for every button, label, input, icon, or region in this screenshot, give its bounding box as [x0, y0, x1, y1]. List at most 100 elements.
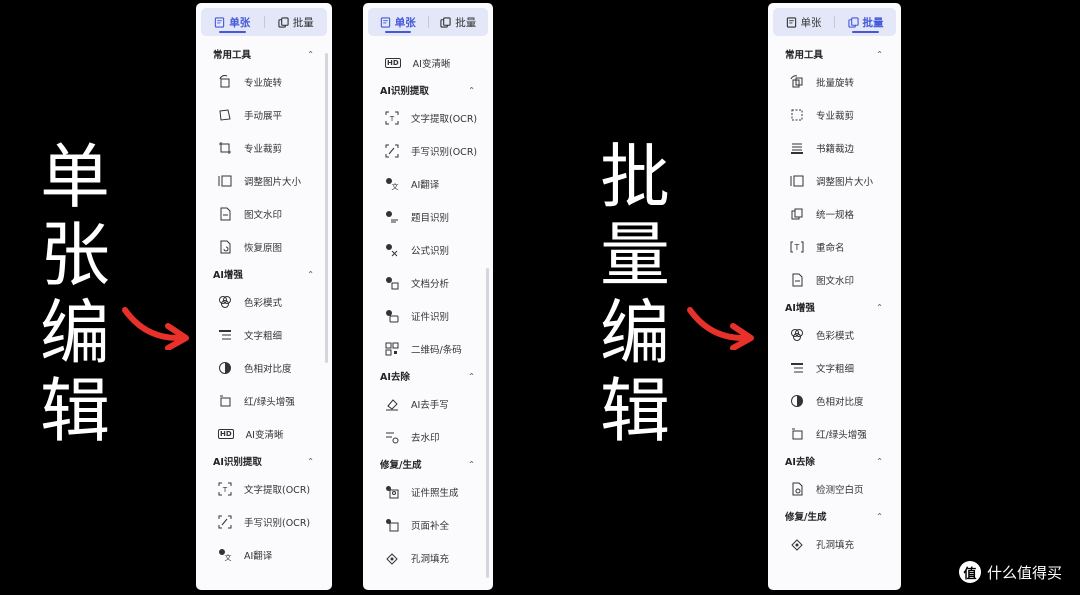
multi-page-icon [440, 16, 451, 28]
tool-qr-barcode[interactable]: 二维码/条码 [363, 332, 493, 365]
multi-page-icon [278, 16, 289, 28]
svg-text:文: 文 [392, 182, 399, 191]
tool-text-ocr[interactable]: T 文字提取(OCR) [196, 472, 332, 505]
tool-batch-rotate[interactable]: 批量旋转 [768, 65, 901, 98]
tool-watermark[interactable]: 图文水印 [768, 263, 901, 296]
watermark-doc-icon [790, 273, 804, 287]
tool-restore[interactable]: 恢复原图 [196, 230, 332, 263]
tool-label: 页面补全 [411, 520, 450, 532]
tool-hole-fill[interactable]: 孔洞填充 [363, 541, 493, 574]
tool-id-photo[interactable]: 证件照生成 [363, 475, 493, 508]
section-title: 修复/生成 [380, 460, 422, 471]
tool-resize[interactable]: 调整图片大小 [196, 164, 332, 197]
section-ai-enhance[interactable]: AI增强 ⌃ [768, 296, 901, 318]
doc-analysis-icon [385, 276, 399, 290]
svg-text:T: T [389, 115, 395, 123]
smzdm-logo-icon: 值 [958, 561, 981, 583]
tool-remove-watermark[interactable]: 去水印 [363, 420, 493, 453]
tool-red-green-enhance[interactable]: 红/绿头增强 [196, 384, 332, 417]
hole-fill-icon [790, 537, 804, 551]
section-repair-generate[interactable]: 修复/生成 ⌃ [768, 505, 901, 527]
batch-rotate-icon [790, 74, 804, 89]
tool-label: 文字提取(OCR) [411, 113, 478, 125]
tool-ai-sharpen[interactable]: HD AI变清晰 [196, 417, 332, 450]
restore-icon [218, 240, 232, 254]
tool-label: 色相对比度 [816, 396, 864, 408]
section-common-tools[interactable]: 常用工具 ⌃ [768, 43, 901, 65]
section-ai-remove[interactable]: AI去除 ⌃ [363, 365, 493, 387]
tool-text-weight[interactable]: 文字粗细 [196, 318, 332, 351]
tool-hole-fill[interactable]: 孔洞填充 [768, 527, 901, 560]
tool-label: 重命名 [816, 242, 845, 254]
section-ai-enhance[interactable]: AI增强 ⌃ [196, 263, 332, 285]
tool-watermark[interactable]: 图文水印 [196, 197, 332, 230]
section-ai-remove[interactable]: AI去除 ⌃ [768, 450, 901, 472]
tool-color-mode[interactable]: 色彩模式 [196, 285, 332, 318]
tool-color-mode[interactable]: 色彩模式 [768, 318, 901, 351]
tab-batch[interactable]: 批量 [265, 8, 328, 36]
site-watermark: 值 什么值得买 [958, 561, 1062, 583]
tab-batch[interactable]: 批量 [835, 8, 896, 36]
tool-id-recognition[interactable]: 证件识别 [363, 299, 493, 332]
tool-label: AI变清晰 [245, 429, 284, 441]
chevron-up-icon: ⌃ [876, 456, 883, 466]
tool-text-ocr[interactable]: T 文字提取(OCR) [363, 101, 493, 134]
tool-pro-crop[interactable]: 专业裁剪 [768, 98, 901, 131]
tool-handwriting-ocr[interactable]: 手写识别(OCR) [196, 505, 332, 538]
tool-manual-flatten[interactable]: 手动展平 [196, 98, 332, 131]
tool-red-green-enhance[interactable]: 红/绿头增强 [768, 417, 901, 450]
tool-label: 色彩模式 [244, 297, 283, 309]
tool-ai-sharpen[interactable]: HD AI变清晰 [363, 46, 493, 79]
scrollbar[interactable] [486, 268, 489, 578]
tool-formula-recognition[interactable]: 公式识别 [363, 233, 493, 266]
tool-ai-translate[interactable]: 文 AI翻译 [196, 538, 332, 571]
tool-pro-crop[interactable]: 专业裁剪 [196, 131, 332, 164]
tool-document-analysis[interactable]: 文档分析 [363, 266, 493, 299]
tool-rename[interactable]: T 重命名 [768, 230, 901, 263]
tool-text-weight[interactable]: 文字粗细 [768, 351, 901, 384]
tool-label: 图文水印 [244, 209, 283, 221]
tool-detect-blank[interactable]: 检测空白页 [768, 472, 901, 505]
tool-label: AI翻译 [244, 550, 273, 562]
translate-icon: 文 [385, 177, 399, 191]
section-ai-recognition[interactable]: AI识别提取 ⌃ [363, 79, 493, 101]
tab-bar: 单张 批量 [368, 8, 488, 36]
section-title: 常用工具 [213, 50, 252, 61]
tool-unify-spec[interactable]: 统一规格 [768, 197, 901, 230]
tool-label: 去水印 [411, 432, 440, 444]
tool-pro-rotate[interactable]: 专业旋转 [196, 65, 332, 98]
chevron-up-icon: ⌃ [307, 456, 314, 466]
section-title: AI增强 [213, 270, 243, 281]
tool-resize[interactable]: 调整图片大小 [768, 164, 901, 197]
tab-label: 批量 [455, 16, 477, 29]
section-common-tools[interactable]: 常用工具 ⌃ [196, 43, 332, 65]
chevron-up-icon: ⌃ [468, 85, 475, 95]
id-card-icon [385, 309, 399, 323]
tool-question-recognition[interactable]: 题目识别 [363, 200, 493, 233]
tab-single[interactable]: 单张 [368, 8, 428, 36]
red-green-icon [218, 394, 232, 408]
tab-single[interactable]: 单张 [201, 8, 264, 36]
translate-icon: 文 [218, 548, 232, 562]
tool-ai-remove-handwriting[interactable]: AI去手写 [363, 387, 493, 420]
tool-hue-contrast[interactable]: 色相对比度 [196, 351, 332, 384]
tool-hue-contrast[interactable]: 色相对比度 [768, 384, 901, 417]
section-repair-generate[interactable]: 修复/生成 ⌃ [363, 453, 493, 475]
tool-label: 文档分析 [411, 278, 450, 290]
tool-ai-translate[interactable]: 文 AI翻译 [363, 167, 493, 200]
text-weight-icon [790, 361, 804, 375]
tool-label: 专业裁剪 [244, 143, 283, 155]
tab-batch[interactable]: 批量 [429, 8, 489, 36]
tab-single[interactable]: 单张 [773, 8, 834, 36]
tool-label: 文字粗细 [816, 363, 855, 375]
section-title: AI增强 [785, 303, 815, 314]
svg-text:文: 文 [225, 553, 232, 562]
tool-page-complete[interactable]: 页面补全 [363, 508, 493, 541]
tool-book-trim[interactable]: 书籍裁边 [768, 131, 901, 164]
rotate-icon [218, 74, 232, 89]
caption-char: 量 [600, 214, 670, 296]
section-ai-recognition[interactable]: AI识别提取 ⌃ [196, 450, 332, 472]
scrollbar[interactable] [325, 53, 328, 363]
chevron-up-icon: ⌃ [468, 459, 475, 469]
tool-handwriting-ocr[interactable]: 手写识别(OCR) [363, 134, 493, 167]
